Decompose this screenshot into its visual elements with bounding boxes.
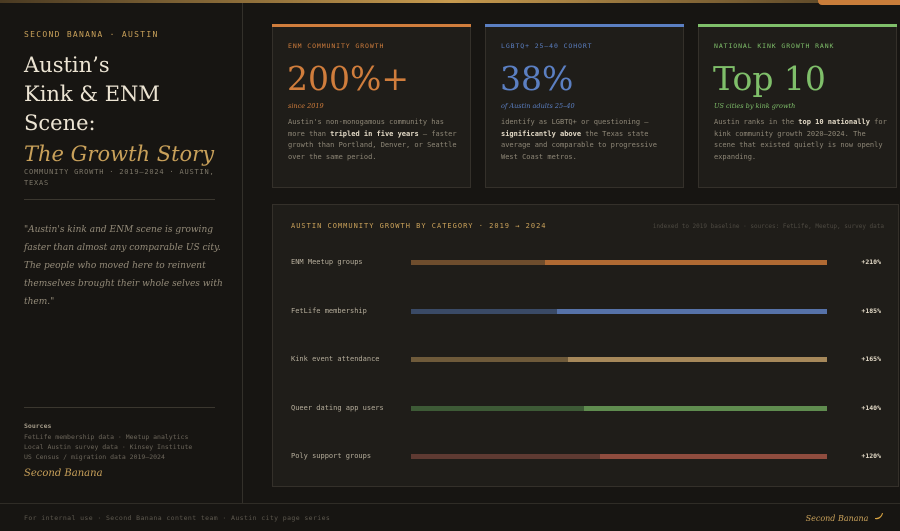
growth-row-label: FetLife membership <box>291 306 367 315</box>
card-label: NATIONAL KINK GROWTH RANK <box>714 42 835 50</box>
title-line: Scene: <box>24 111 96 135</box>
growth-row-label: ENM Meetup groups <box>291 258 363 266</box>
card-value: 200%+ <box>287 59 409 98</box>
growth-row: Kink event attendance +165% <box>291 354 881 366</box>
growth-row-value: +165% <box>861 355 881 363</box>
source-item: Local Austin survey data · Kinsey Instit… <box>24 443 193 451</box>
growth-row: Queer dating app users +140% <box>291 403 881 415</box>
stat-card-lgbtq-cohort: LGBTQ+ 25–40 COHORT 38% of Austin adults… <box>485 24 684 188</box>
card-value: 38% <box>500 59 574 98</box>
growth-bar-track <box>411 260 827 265</box>
growth-bar-track <box>411 357 827 362</box>
title-accent: The Growth Story <box>24 142 215 166</box>
card-body-emphasis: top 10 nationally <box>798 118 870 126</box>
growth-row-value: +120% <box>861 452 881 460</box>
growth-row-value: +210% <box>861 258 881 266</box>
divider <box>24 407 215 408</box>
growth-row: ENM Meetup groups +210% <box>291 257 881 269</box>
source-item: FetLife membership data · Meetup analyti… <box>24 433 189 441</box>
card-body-emphasis: significantly above <box>501 129 582 138</box>
growth-bar-segment <box>567 357 827 362</box>
growth-row: Poly support groups +120% <box>291 451 881 463</box>
growth-bar-segment <box>600 454 827 459</box>
stat-card-kink-rank: NATIONAL KINK GROWTH RANK Top 10 US citi… <box>698 24 897 188</box>
page-title: Austin’s Kink & ENM Scene: The Growth St… <box>24 51 234 169</box>
banana-icon <box>871 513 884 523</box>
growth-bar-segment <box>556 308 827 314</box>
baseline-bar-segment <box>411 308 557 314</box>
corner-tab <box>818 0 900 5</box>
pull-quote: "Austin's kink and ENM scene is growing … <box>24 225 223 307</box>
card-body-text: identify as LGBTQ+ or questioning — <box>501 118 649 126</box>
card-accent-stripe <box>272 24 471 27</box>
brand-label: SECOND BANANA · AUSTIN <box>24 30 159 39</box>
growth-row-value: +140% <box>861 403 881 412</box>
card-label: ENM COMMUNITY GROWTH <box>288 42 385 50</box>
divider <box>24 199 215 200</box>
growth-row-label: Kink event attendance <box>291 355 380 363</box>
growth-bar-segment <box>545 260 827 265</box>
growth-bar-track <box>411 405 827 411</box>
baseline-bar-segment <box>411 405 585 411</box>
growth-row-label: Poly support groups <box>291 452 372 460</box>
card-caption: since 2019 <box>288 102 324 110</box>
card-body: Austin ranks in the top 10 nationally fo… <box>714 117 889 163</box>
card-label: LGBTQ+ 25–40 COHORT <box>501 42 593 50</box>
footer-brand: Second Banana <box>806 512 884 523</box>
card-body: Austin's non-monogamous community has mo… <box>288 117 463 163</box>
panel-title: AUSTIN COMMUNITY GROWTH BY CATEGORY · 20… <box>291 222 547 230</box>
footer-brand-label: Second Banana <box>805 514 869 523</box>
growth-bar-track <box>411 454 827 459</box>
growth-bar-segment <box>584 405 827 411</box>
panel-note: indexed to 2019 baseline · sources: FetL… <box>652 223 884 230</box>
stat-card-enm-growth: ENM COMMUNITY GROWTH 200%+ since 2019 Au… <box>272 24 471 188</box>
card-accent-stripe <box>485 24 684 27</box>
footer: For internal use · Second Banana content… <box>0 503 900 531</box>
card-caption: of Austin adults 25–40 <box>501 102 575 110</box>
card-caption: US cities by kink growth <box>714 102 796 110</box>
signature: Second Banana <box>24 468 103 479</box>
sources-list: FetLife membership data · Meetup analyti… <box>24 432 192 462</box>
baseline-bar-segment <box>411 260 546 265</box>
title-line: Austin’s <box>24 53 110 77</box>
footer-note: For internal use · Second Banana content… <box>24 514 331 522</box>
growth-bar-track <box>411 308 827 314</box>
card-body: identify as LGBTQ+ or questioning — sign… <box>501 117 676 163</box>
source-item: US Census / migration data 2019–2024 <box>24 453 165 461</box>
growth-row-value: +185% <box>861 306 881 315</box>
card-body-emphasis: tripled in five years <box>330 129 419 138</box>
growth-panel: AUSTIN COMMUNITY GROWTH BY CATEGORY · 20… <box>272 204 899 487</box>
growth-row: FetLife membership +185% <box>291 306 881 318</box>
card-body-text: Austin ranks in the <box>714 118 799 126</box>
growth-row-label: Queer dating app users <box>291 403 384 412</box>
sources-heading: Sources <box>24 422 52 430</box>
baseline-bar-segment <box>411 357 568 362</box>
baseline-bar-segment <box>411 454 601 459</box>
card-value: Top 10 <box>713 59 826 98</box>
sidebar: SECOND BANANA · AUSTIN Austin’s Kink & E… <box>0 3 243 503</box>
page-subtitle: COMMUNITY GROWTH · 2019–2024 · AUSTIN, T… <box>24 168 215 187</box>
title-line: Kink & ENM <box>24 82 160 106</box>
card-accent-stripe <box>698 24 897 27</box>
